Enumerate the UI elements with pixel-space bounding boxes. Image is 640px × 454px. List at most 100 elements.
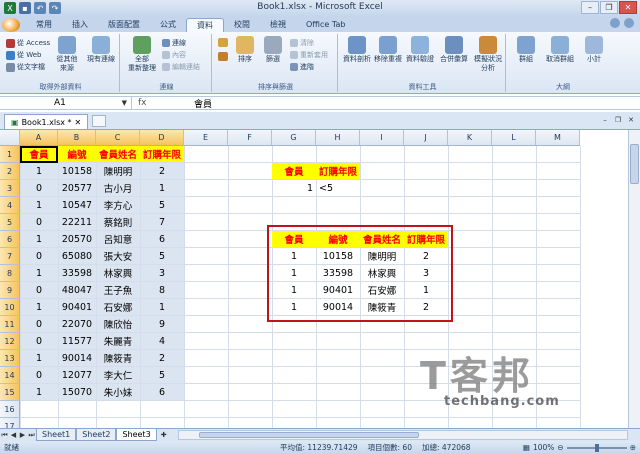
restore-icon[interactable]: ❐ — [613, 115, 623, 124]
table-cell[interactable]: 7 — [140, 214, 184, 230]
table-cell[interactable]: 0 — [20, 333, 58, 349]
sort-button[interactable]: 排序 — [232, 36, 258, 64]
column-header[interactable]: K — [448, 130, 492, 146]
criteria-header-cell[interactable]: 訂購年限 — [316, 163, 360, 179]
column-header[interactable]: C — [96, 130, 140, 146]
table-cell[interactable]: 蔡銘則 — [96, 214, 140, 230]
tab-home[interactable]: 常用 — [26, 18, 62, 32]
table-cell[interactable]: 4 — [140, 333, 184, 349]
column-header[interactable]: I — [360, 130, 404, 146]
table-header-cell[interactable]: 訂購年限 — [140, 146, 184, 162]
fx-icon[interactable]: fx — [132, 98, 190, 108]
table-cell[interactable]: 5 — [140, 197, 184, 213]
table-cell[interactable]: 朱小妹 — [96, 384, 140, 400]
ungroup-button[interactable]: 取消群組 — [542, 36, 578, 64]
row-header[interactable]: 11 — [0, 316, 20, 333]
tab-view[interactable]: 檢視 — [260, 18, 296, 32]
table-cell[interactable]: 15070 — [58, 384, 96, 400]
table-cell[interactable]: 古小月 — [96, 180, 140, 196]
column-header[interactable]: L — [492, 130, 536, 146]
row-header[interactable]: 2 — [0, 163, 20, 180]
from-access-button[interactable]: 從 Access — [6, 38, 50, 48]
row-header[interactable]: 6 — [0, 231, 20, 248]
column-header[interactable]: G — [272, 130, 316, 146]
clear-filter-button[interactable]: 清除 — [290, 38, 314, 48]
filter-button[interactable]: 篩選 — [260, 36, 286, 64]
last-sheet-icon[interactable]: ⏭ — [27, 431, 36, 440]
table-cell[interactable]: 石安娜 — [96, 299, 140, 315]
ribbon-minimize-icon[interactable] — [624, 18, 634, 28]
table-cell[interactable]: 10547 — [58, 197, 96, 213]
table-cell[interactable]: 6 — [140, 231, 184, 247]
vertical-scrollbar[interactable] — [628, 130, 640, 428]
chevron-down-icon[interactable]: ▼ — [122, 99, 127, 107]
table-cell[interactable]: 2 — [140, 163, 184, 179]
row-header[interactable]: 16 — [0, 401, 20, 418]
column-header[interactable]: H — [316, 130, 360, 146]
new-tab-button[interactable] — [92, 115, 107, 127]
prev-sheet-icon[interactable]: ◀ — [9, 431, 18, 439]
remove-duplicates-button[interactable]: 移除重複 — [372, 36, 404, 64]
table-cell[interactable]: 1 — [20, 163, 58, 179]
data-validation-button[interactable]: 資料驗證 — [404, 36, 436, 64]
table-cell[interactable]: 0 — [20, 367, 58, 383]
text-to-columns-button[interactable]: 資料剖析 — [342, 36, 372, 64]
row-header[interactable]: 12 — [0, 333, 20, 350]
column-header[interactable]: B — [58, 130, 96, 146]
table-header-cell[interactable]: 會員姓名 — [96, 146, 140, 162]
row-header[interactable]: 4 — [0, 197, 20, 214]
from-other-sources-button[interactable]: 從其他 來源 — [52, 36, 82, 73]
subtotal-button[interactable]: 小計 — [580, 36, 608, 64]
criteria-value-cell[interactable]: 1 — [272, 180, 316, 196]
table-cell[interactable]: 6 — [140, 384, 184, 400]
advanced-filter-button[interactable]: 進階 — [290, 62, 314, 72]
row-header[interactable]: 1 — [0, 146, 20, 163]
row-header[interactable]: 14 — [0, 367, 20, 384]
table-cell[interactable]: 9 — [140, 316, 184, 332]
table-cell[interactable]: 李方心 — [96, 197, 140, 213]
sort-az-button[interactable] — [218, 38, 230, 47]
from-web-button[interactable]: 從 Web — [6, 50, 42, 60]
zoom-level[interactable]: 100% — [533, 443, 554, 452]
table-cell[interactable]: 0 — [20, 316, 58, 332]
criteria-value-cell[interactable]: <5 — [316, 180, 360, 196]
row-header[interactable]: 15 — [0, 384, 20, 401]
table-cell[interactable]: 33598 — [58, 265, 96, 281]
table-cell[interactable]: 張大安 — [96, 248, 140, 264]
sheet-tab-3[interactable]: Sheet3 — [116, 429, 157, 441]
minimize-button[interactable]: – — [581, 1, 599, 14]
table-cell[interactable]: 3 — [140, 265, 184, 281]
table-cell[interactable]: 10158 — [58, 163, 96, 179]
table-cell[interactable]: 11577 — [58, 333, 96, 349]
row-header[interactable]: 8 — [0, 265, 20, 282]
row-header[interactable]: 10 — [0, 299, 20, 316]
close-button[interactable]: ✕ — [619, 1, 637, 14]
table-cell[interactable]: 呂知意 — [96, 231, 140, 247]
table-cell[interactable]: 0 — [20, 282, 58, 298]
tab-data[interactable]: 資料 — [186, 18, 224, 32]
close-icon[interactable]: ✕ — [626, 115, 636, 124]
table-cell[interactable]: 1 — [20, 265, 58, 281]
properties-button[interactable]: 內容 — [162, 50, 186, 60]
table-cell[interactable]: 李大仁 — [96, 367, 140, 383]
column-header[interactable]: M — [536, 130, 580, 146]
zoom-in-icon[interactable]: ⊕ — [630, 443, 636, 452]
first-sheet-icon[interactable]: ⏮ — [0, 431, 9, 440]
table-cell[interactable]: 20577 — [58, 180, 96, 196]
formula-input[interactable]: 會員 — [190, 97, 212, 110]
table-cell[interactable]: 0 — [20, 180, 58, 196]
edit-links-button[interactable]: 編輯連結 — [162, 62, 200, 72]
horizontal-scrollbar[interactable] — [178, 430, 628, 440]
select-all-corner[interactable] — [0, 130, 20, 146]
existing-connections-button[interactable]: 現有連線 — [84, 36, 118, 64]
column-header[interactable]: A — [20, 130, 58, 146]
tab-review[interactable]: 校閱 — [224, 18, 260, 32]
table-cell[interactable]: 朱麗青 — [96, 333, 140, 349]
zoom-out-icon[interactable]: ⊖ — [557, 443, 563, 452]
consolidate-button[interactable]: 合併彙算 — [438, 36, 470, 64]
column-header[interactable]: F — [228, 130, 272, 146]
table-cell[interactable]: 65080 — [58, 248, 96, 264]
table-cell[interactable]: 5 — [140, 248, 184, 264]
tab-office-tab[interactable]: Office Tab — [296, 18, 355, 32]
row-header[interactable]: 13 — [0, 350, 20, 367]
